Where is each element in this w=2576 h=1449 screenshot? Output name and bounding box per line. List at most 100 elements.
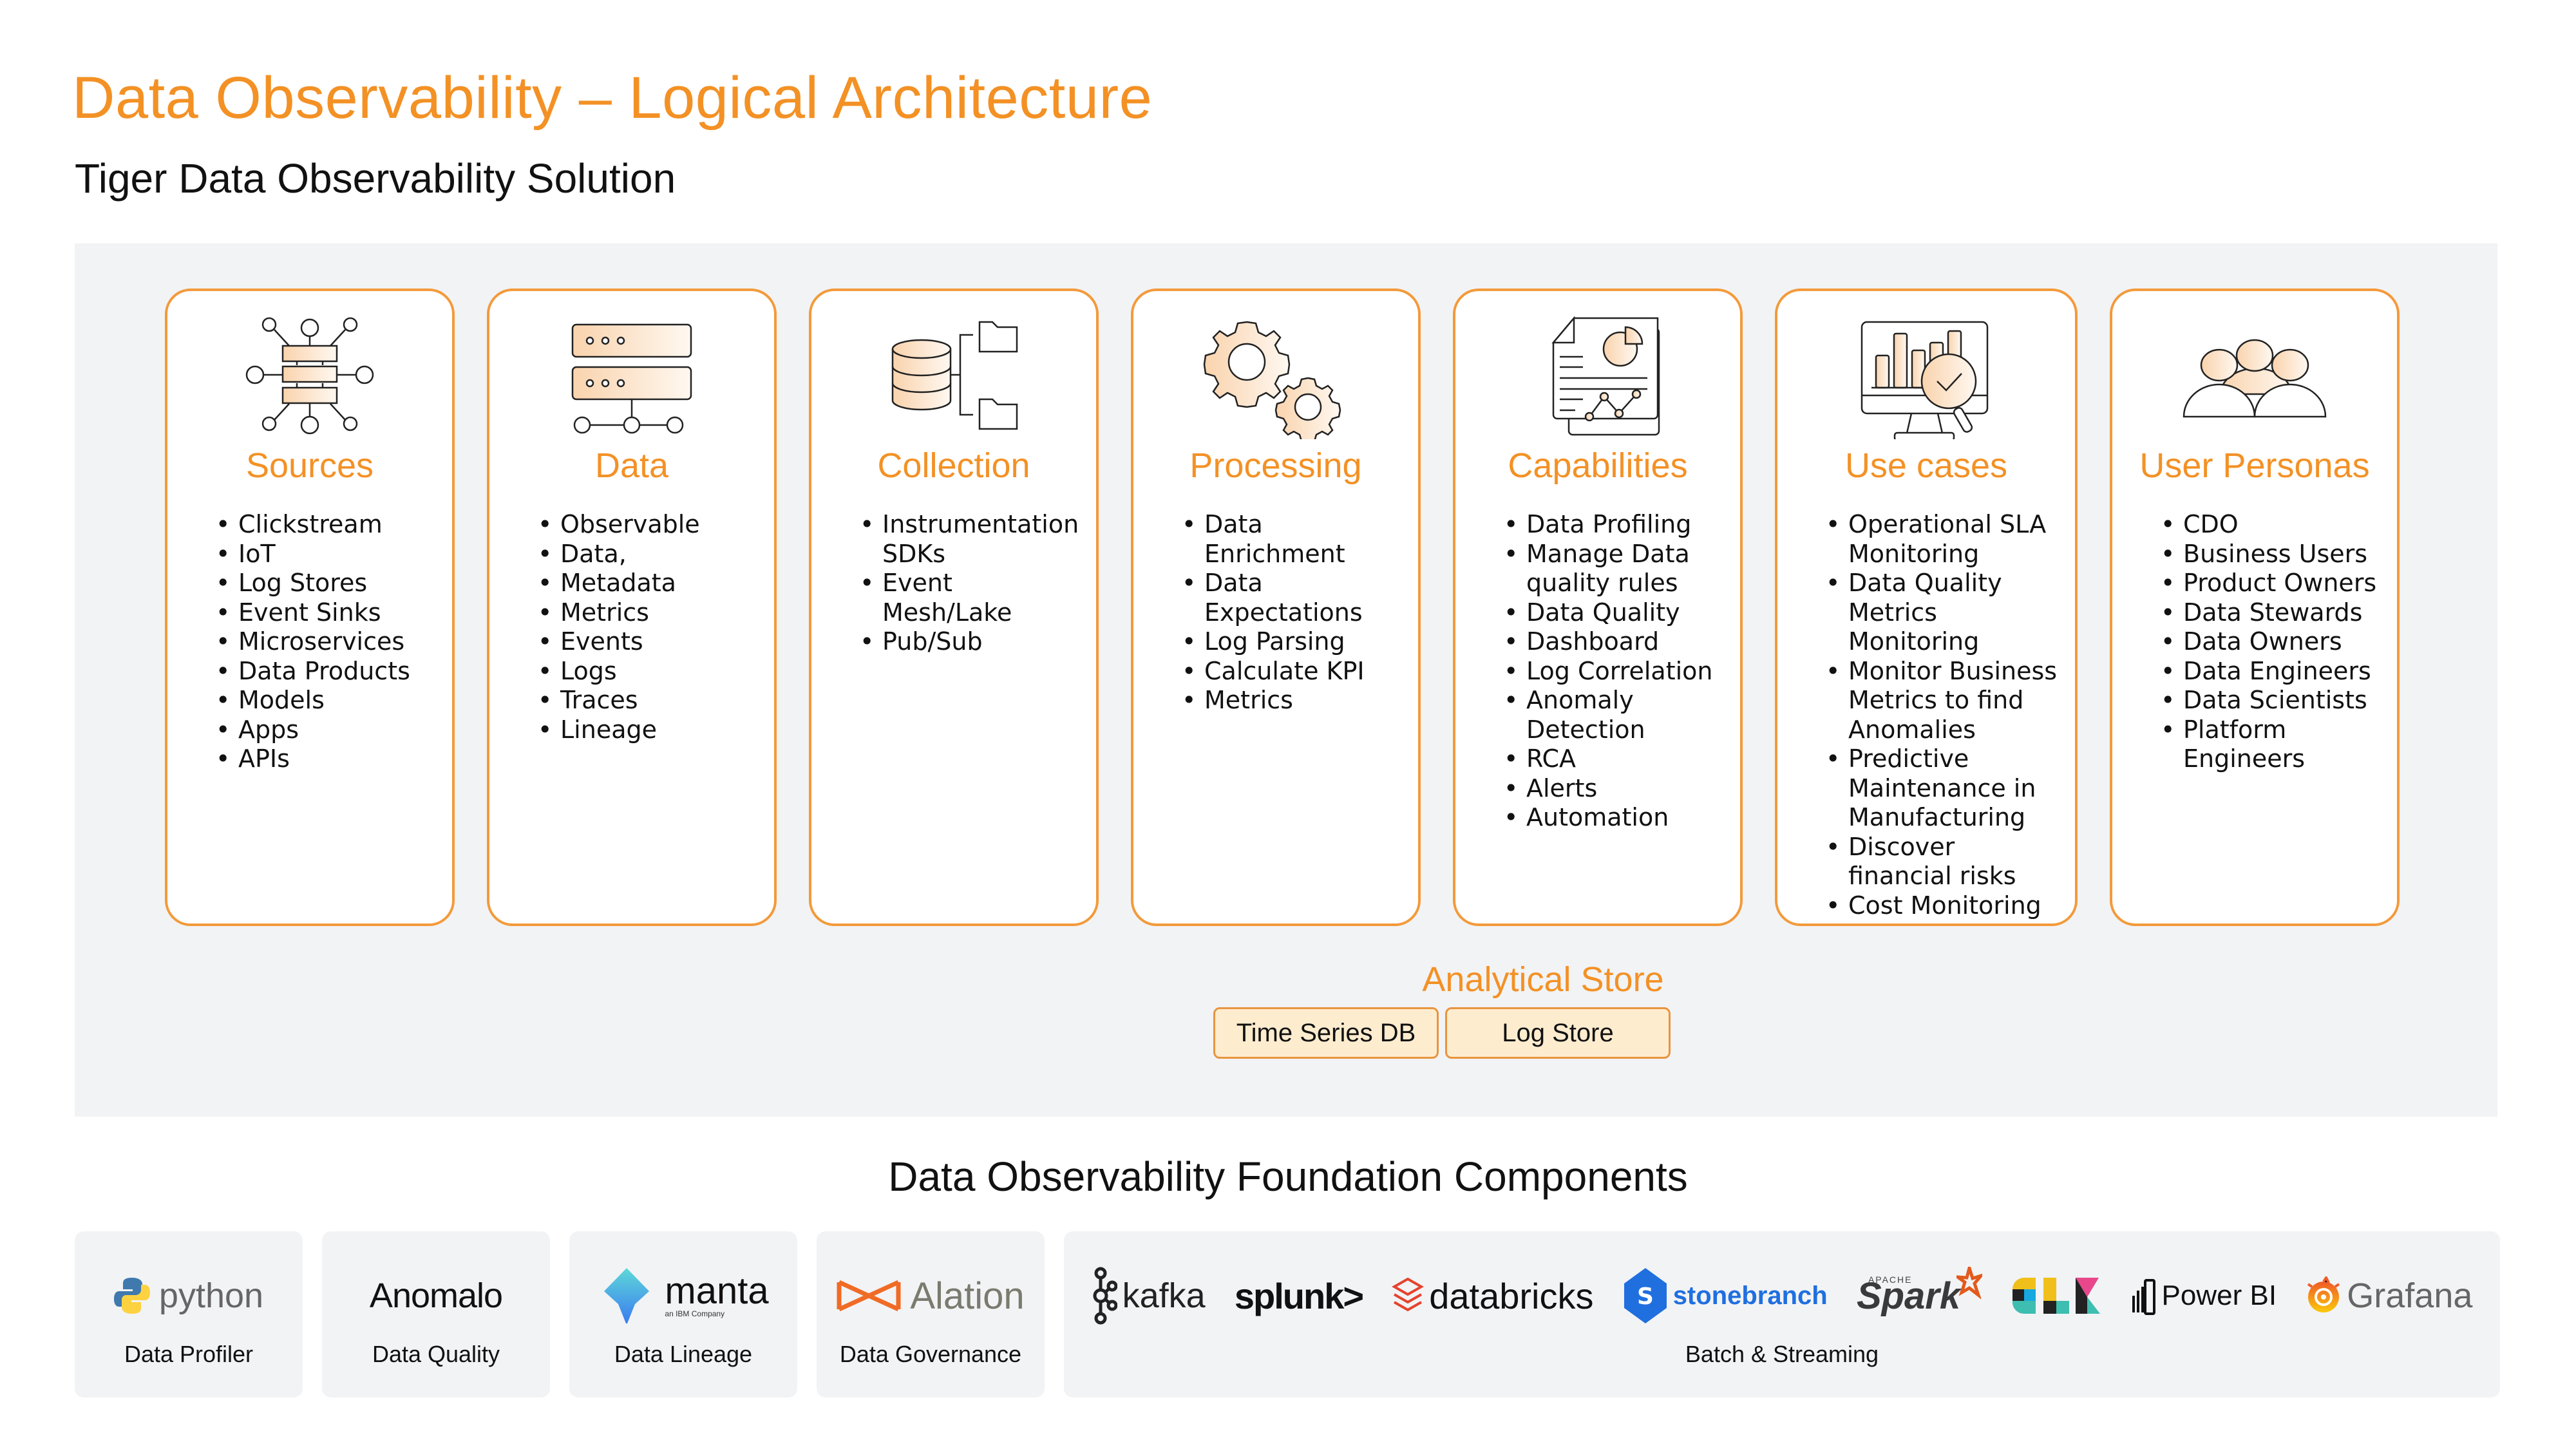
users-group-icon: [2183, 339, 2327, 418]
column-list: CDO Business Users Product Owners Data S…: [2112, 510, 2397, 774]
monitor-analytics-icon: [1861, 321, 1989, 439]
list-item: Traces: [538, 686, 761, 715]
list-item: Manage Data quality rules: [1504, 540, 1727, 598]
column-title: Use cases: [1844, 446, 2008, 485]
list-item: Data Profiling: [1504, 510, 1727, 540]
list-item: Observable: [538, 510, 761, 540]
list-item: Data Expectations: [1182, 569, 1405, 627]
kafka-icon: [1093, 1267, 1117, 1325]
list-item: Pub/Sub: [860, 627, 1083, 657]
gears-icon: [1203, 321, 1341, 439]
list-item: Dashboard: [1504, 627, 1727, 657]
column-title: User Personas: [2139, 446, 2370, 485]
column-list: Operational SLA Monitoring Data Quality …: [1777, 510, 2075, 920]
foundation-card-data-lineage: manta an IBM Company Data Lineage: [569, 1231, 797, 1397]
svg-text:S: S: [1637, 1283, 1654, 1310]
spark-star-icon: [1956, 1267, 1983, 1299]
kafka-wordmark: kafka: [1122, 1276, 1206, 1315]
list-item: Data Quality: [1504, 598, 1727, 628]
list-item: Events: [538, 627, 761, 657]
list-item: IoT: [216, 540, 439, 569]
list-item: Metadata: [538, 569, 761, 598]
list-item: RCA: [1504, 744, 1727, 774]
list-item: Data Scientists: [2161, 686, 2384, 715]
list-item: Calculate KPI: [1182, 657, 1405, 687]
page-title: Data Observability – Logical Architectur…: [72, 65, 1153, 131]
alation-wordmark: Alation: [910, 1274, 1025, 1317]
manta-logo: manta an IBM Company: [569, 1264, 797, 1328]
apache-spark-logo: APACHE Spark: [1857, 1267, 1983, 1318]
column-card-sources: Sources Clickstream IoT Log Stores Event…: [165, 289, 455, 926]
foundation-card-batch-streaming: kafka splunk> databricks S stonebranch A…: [1064, 1231, 2500, 1397]
stonebranch-wordmark: stonebranch: [1672, 1281, 1828, 1310]
python-logo: python: [75, 1264, 303, 1328]
alation-icon: [837, 1280, 901, 1312]
foundation-title: Data Observability Foundation Components: [888, 1153, 1688, 1200]
manta-ray-icon: [604, 1268, 650, 1323]
column-title: Capabilities: [1508, 446, 1688, 485]
list-item: CDO: [2161, 510, 2384, 540]
foundation-card-data-profiler: python Data Profiler: [75, 1231, 303, 1397]
list-item: Logs: [538, 657, 761, 687]
list-item: Data Stewards: [2161, 598, 2384, 628]
stonebranch-logo: S stonebranch: [1623, 1267, 1828, 1325]
list-item: Metrics: [1182, 686, 1405, 715]
splunk-logo: splunk>: [1234, 1275, 1364, 1317]
foundation-card-data-quality: Anomalo Data Quality: [322, 1231, 550, 1397]
column-title: Collection: [877, 446, 1030, 485]
list-item: Log Stores: [216, 569, 439, 598]
foundation-card-data-governance: Alation Data Governance: [817, 1231, 1045, 1397]
list-item: Cost Monitoring: [1826, 891, 2062, 921]
list-item: Data Engineers: [2161, 657, 2384, 687]
list-item: Clickstream: [216, 510, 439, 540]
databricks-icon: [1392, 1277, 1425, 1312]
network-hub-icon: [245, 317, 374, 435]
column-list: Clickstream IoT Log Stores Event Sinks M…: [167, 510, 452, 774]
list-item: Metrics: [538, 598, 761, 628]
component-label: Data Profiler: [124, 1341, 254, 1367]
elk-icon: [2012, 1278, 2101, 1314]
server-icon: [571, 323, 692, 434]
batch-streaming-logos: kafka splunk> databricks S stonebranch A…: [1064, 1264, 2500, 1328]
databricks-wordmark: databricks: [1429, 1275, 1594, 1316]
list-item: Business Users: [2161, 540, 2384, 569]
list-item: Predictive Maintenance in Manufacturing: [1826, 744, 2062, 833]
apache-label: APACHE: [1868, 1274, 1913, 1285]
database-folders-icon: [891, 321, 1018, 430]
list-item: Anomaly Detection: [1504, 686, 1727, 744]
list-item: Discover financial risks: [1826, 833, 2062, 891]
column-list: Data Profiling Manage Data quality rules…: [1455, 510, 1740, 833]
column-card-capabilities: Capabilities Data Profiling Manage Data …: [1453, 289, 1743, 926]
list-item: Operational SLA Monitoring: [1826, 510, 2062, 569]
column-card-data: Data Observable Data, Metadata Metrics E…: [487, 289, 777, 926]
power-bi-icon: [2132, 1279, 2155, 1315]
databricks-logo: databricks: [1392, 1275, 1593, 1317]
list-item: Platform Engineers: [2161, 715, 2384, 774]
list-item: Data,: [538, 540, 761, 569]
list-item: Automation: [1504, 803, 1727, 833]
grafana-wordmark: Grafana: [2347, 1276, 2473, 1315]
list-item: Data Products: [216, 657, 439, 687]
list-item: Lineage: [538, 715, 761, 745]
column-title: Processing: [1189, 446, 1362, 485]
column-list: Instrumentation SDKs Event Mesh/Lake Pub…: [811, 510, 1096, 657]
column-card-user-personas: User Personas CDO Business Users Product…: [2110, 289, 2400, 926]
component-label: Batch & Streaming: [1685, 1341, 1879, 1367]
grafana-icon: [2307, 1276, 2340, 1312]
grafana-logo: Grafana: [2306, 1276, 2472, 1316]
anomalo-wordmark: Anomalo: [369, 1276, 503, 1315]
kafka-logo: kafka: [1092, 1267, 1206, 1325]
manta-wordmark: manta: [665, 1270, 769, 1312]
list-item: Models: [216, 686, 439, 715]
anomalo-logo: Anomalo: [322, 1264, 550, 1328]
list-item: Product Owners: [2161, 569, 2384, 598]
list-item: Microservices: [216, 627, 439, 657]
splunk-wordmark: splunk>: [1234, 1275, 1364, 1316]
analytical-store-label: Analytical Store: [1422, 960, 1664, 999]
column-title: Data: [594, 446, 669, 485]
column-list: Observable Data, Metadata Metrics Events…: [489, 510, 774, 744]
list-item: Event Sinks: [216, 598, 439, 628]
column-card-use-cases: Use cases Operational SLA Monitoring Dat…: [1775, 289, 2078, 926]
list-item: APIs: [216, 744, 439, 774]
python-icon: [113, 1278, 150, 1314]
